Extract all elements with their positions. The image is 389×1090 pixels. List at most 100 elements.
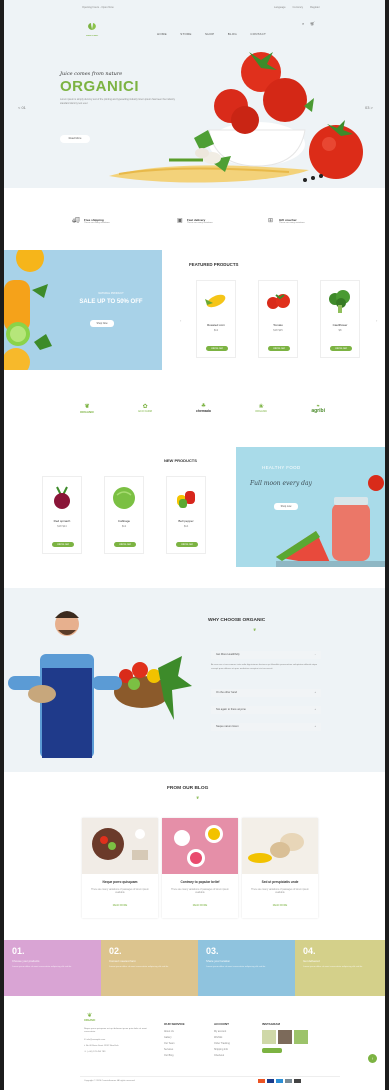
- footer-link[interactable]: Services: [164, 1048, 185, 1051]
- footer-logo-text: ORGANIC: [84, 1019, 96, 1022]
- add-to-cart-button[interactable]: Add to cart: [52, 542, 74, 547]
- language-link[interactable]: Language: [274, 6, 286, 9]
- product-card[interactable]: Cabbage $12 Add to cart: [104, 476, 144, 554]
- footer-divider: [80, 1076, 340, 1077]
- footer-link[interactable]: Gallery: [164, 1036, 185, 1039]
- header: ORGANIC HOME STORE SHOP BLOG CONTACT ⌕ 🛒…: [4, 14, 385, 38]
- shop-now-button[interactable]: Shop Now: [90, 320, 114, 327]
- add-to-cart-button[interactable]: Add to cart: [268, 346, 290, 351]
- back-to-top-button[interactable]: ↑: [368, 1054, 377, 1063]
- brand-logo[interactable]: ✿ ECO FARM: [138, 403, 152, 413]
- footer-link[interactable]: Our Blog: [164, 1054, 185, 1057]
- brand-logo[interactable]: ❀ ORGANIC: [255, 403, 267, 413]
- slider-prev[interactable]: < 01: [18, 105, 26, 110]
- healthy-food-banner[interactable]: HEALTHY FOOD Full moon every day Shop no…: [236, 447, 385, 567]
- footer-link[interactable]: Wishlist: [214, 1036, 230, 1039]
- footer-link[interactable]: Our Team: [164, 1042, 185, 1045]
- featured-next-arrow[interactable]: ›: [376, 318, 377, 323]
- instagram-photo[interactable]: [294, 1030, 308, 1044]
- footer-link[interactable]: About Us: [164, 1030, 185, 1033]
- email-text[interactable]: info@example.com: [86, 1039, 105, 1041]
- search-icon[interactable]: ⌕: [302, 21, 304, 26]
- cart-icon[interactable]: 🛒︎: [310, 21, 315, 26]
- product-card[interactable]: Bell pepper $14 Add to cart: [166, 476, 206, 554]
- hero-slider: < 01 03 > Juice comes from nature ORGANI…: [4, 36, 385, 188]
- leaf-divider-icon: ❦: [196, 795, 200, 800]
- sale-title: SALE UP TO 50% OFF: [79, 299, 143, 305]
- instagram-photo[interactable]: [278, 1030, 292, 1044]
- footer-phone: ☏ (+00) 123 456 789: [84, 1051, 105, 1054]
- product-card[interactable]: Cauliflower $8 Add to cart: [320, 280, 360, 358]
- blog-heading: FROM OUR BLOG: [167, 786, 209, 791]
- blog-title[interactable]: Contrary to popular belief: [162, 880, 238, 884]
- product-name: Bell pepper: [178, 519, 194, 523]
- add-to-cart-button[interactable]: Add to cart: [206, 346, 228, 351]
- gift-icon: ⊞: [268, 218, 274, 224]
- accordion-item-open[interactable]: Get More Healthfully −: [211, 651, 321, 659]
- feature-sub: These are many variations: [84, 222, 110, 224]
- cabbage-image: [113, 487, 135, 509]
- read-more-link[interactable]: READ MORE: [108, 904, 132, 907]
- blog-excerpt: There are many variations of passages of…: [171, 888, 229, 895]
- step-number: 01.: [12, 946, 25, 956]
- footer-link[interactable]: Order Tracking: [214, 1042, 230, 1045]
- instagram-photo[interactable]: [262, 1030, 276, 1044]
- sale-subtitle: NATURAL PRODUCT: [98, 292, 124, 295]
- subscribe-button[interactable]: [262, 1048, 282, 1053]
- accordion-item[interactable]: Neque natum lorem +: [211, 723, 321, 731]
- sale-banner[interactable]: NATURAL PRODUCT SALE UP TO 50% OFF Shop …: [4, 250, 162, 370]
- blog-title[interactable]: Sed ut perspiciatis unde: [242, 880, 318, 884]
- brand-logo[interactable]: ❦ ORGANIC: [80, 403, 94, 414]
- blog-card[interactable]: Sed ut perspiciatis unde There are many …: [242, 818, 318, 918]
- logo[interactable]: ORGANIC: [86, 17, 98, 38]
- brand-logos: ❦ ORGANIC ✿ ECO FARM ☘ chemado ❀ ORGANIC ❧ ag…: [80, 398, 325, 418]
- copyright: Copyright © 2020 Cosmicthemes. All right…: [84, 1080, 135, 1082]
- corn-image: [205, 294, 226, 308]
- new-products-heading: NEW PRODUCTS: [164, 458, 197, 463]
- accordion-item[interactable]: Not again to there anyone +: [211, 706, 321, 714]
- brand-logo[interactable]: ☘ chemado: [196, 403, 211, 413]
- leaf-divider-icon: ❦: [253, 627, 257, 632]
- blog-excerpt: There are many variations of passages of…: [91, 888, 149, 895]
- brand-name: ECO FARM: [138, 410, 152, 413]
- amex-icon: [285, 1079, 292, 1083]
- step-number: 04.: [303, 946, 316, 956]
- product-price: $18 $24: [57, 525, 67, 528]
- footer-link[interactable]: Checkout: [214, 1054, 230, 1057]
- blog-title[interactable]: Neque porro quisquam: [82, 880, 158, 884]
- product-name: Cabbage: [117, 519, 131, 523]
- read-more-link[interactable]: READ MORE: [268, 904, 292, 907]
- footer-link[interactable]: Shipping Info: [214, 1048, 230, 1051]
- farmer-image: [8, 611, 192, 758]
- step-card: 04. Get delivered Lorem ipsum dolor sit …: [295, 940, 385, 996]
- features-bar: 🚚︎ Free shipping These are many variatio…: [4, 214, 385, 234]
- blog-card[interactable]: Contrary to popular belief There are man…: [162, 818, 238, 918]
- product-price: $12: [121, 525, 127, 528]
- blog-card[interactable]: Neque porro quisquam There are many vari…: [82, 818, 158, 918]
- featured-prev-arrow[interactable]: ‹: [180, 318, 181, 323]
- product-card[interactable]: Roasted corn $12 Add to cart: [196, 280, 236, 358]
- add-to-cart-button[interactable]: Add to cart: [114, 542, 136, 547]
- product-card[interactable]: Tomato $18 $25 Add to cart: [258, 280, 298, 358]
- accordion-label: On the other hand: [216, 691, 237, 694]
- feature-sub: These are many variations: [187, 222, 213, 224]
- product-name: Tomato: [273, 323, 283, 327]
- footer-logo[interactable]: ❦ ORGANIC: [84, 1012, 95, 1022]
- footer-link[interactable]: My account: [214, 1030, 230, 1033]
- product-card[interactable]: Red spinach $18 $24 Add to cart: [42, 476, 82, 554]
- read-more-link[interactable]: READ MORE: [188, 904, 212, 907]
- accordion-item[interactable]: On the other hand +: [211, 689, 321, 697]
- opening-hours: Opening hours - Open Now: [82, 6, 114, 9]
- footer-about: Neque porro quisquam est qui dolorem ips…: [84, 1028, 147, 1034]
- add-to-cart-button[interactable]: Add to cart: [176, 542, 198, 547]
- payment-icons: [258, 1079, 301, 1083]
- step-card: 01. Choose your products Lorem ipsum dol…: [4, 940, 101, 996]
- accordion-label: Neque natum lorem: [216, 725, 239, 728]
- footer-col-title: OUR SERVICE: [164, 1022, 185, 1026]
- register-link[interactable]: Register: [310, 6, 320, 9]
- read-more-button[interactable]: Read More: [60, 135, 90, 143]
- brand-logo[interactable]: ❧ agribi: [311, 403, 325, 414]
- tomato-image: [267, 294, 290, 309]
- add-to-cart-button[interactable]: Add to cart: [330, 346, 352, 351]
- currency-link[interactable]: Currency: [293, 6, 304, 9]
